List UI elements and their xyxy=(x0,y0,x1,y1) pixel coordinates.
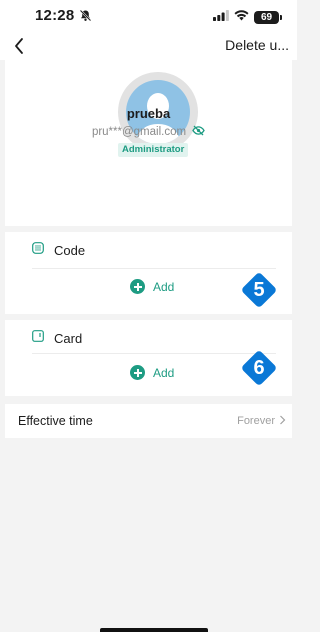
add-card-button[interactable]: Add xyxy=(130,365,174,380)
step-number: 6 xyxy=(253,357,265,379)
keypad-icon xyxy=(32,241,44,259)
step-badge-5: 5 xyxy=(240,271,278,309)
role-badge: Administrator xyxy=(118,143,189,157)
code-section: Code Add 5 xyxy=(5,232,292,314)
home-indicator xyxy=(100,628,208,632)
signal-icon xyxy=(213,8,229,26)
code-section-title: Code xyxy=(54,242,86,258)
effective-time-value-wrap: Forever xyxy=(237,412,286,430)
delete-user-button[interactable]: Delete u... xyxy=(225,37,289,53)
divider xyxy=(32,353,276,354)
effective-time-row[interactable]: Effective time Forever xyxy=(5,404,292,438)
chevron-right-icon xyxy=(279,412,286,430)
step-badge-6: 6 xyxy=(240,349,278,387)
plus-circle-icon xyxy=(130,365,145,380)
card-section-header: Card xyxy=(32,320,82,356)
user-email-row: pru***@gmail.com xyxy=(0,123,297,141)
add-card-label: Add xyxy=(153,365,175,380)
status-time: 12:28 xyxy=(35,7,75,24)
effective-time-label: Effective time xyxy=(18,414,93,428)
effective-time-value: Forever xyxy=(237,415,275,427)
add-code-label: Add xyxy=(153,279,175,294)
card-section-title: Card xyxy=(54,330,83,346)
code-section-header: Code xyxy=(32,232,85,268)
status-indicators: 69 xyxy=(213,8,282,26)
card-icon xyxy=(32,329,44,347)
nav-bar: Delete u... xyxy=(0,32,297,60)
chevron-left-icon xyxy=(15,38,23,54)
bell-muted-icon xyxy=(79,9,92,27)
card-section: Card Add 6 xyxy=(5,320,292,396)
empty-area xyxy=(5,438,292,626)
battery-icon: 69 xyxy=(254,10,282,24)
plus-circle-icon xyxy=(130,279,145,294)
add-code-button[interactable]: Add xyxy=(130,279,174,294)
divider xyxy=(32,268,276,269)
user-email: pru***@gmail.com xyxy=(91,126,187,138)
user-name: prueba xyxy=(126,106,171,121)
step-number: 5 xyxy=(253,279,265,301)
status-bar: 12:28 69 xyxy=(0,0,297,32)
eye-hidden-icon[interactable] xyxy=(192,123,205,141)
wifi-icon xyxy=(234,8,249,26)
back-button[interactable] xyxy=(10,36,30,56)
